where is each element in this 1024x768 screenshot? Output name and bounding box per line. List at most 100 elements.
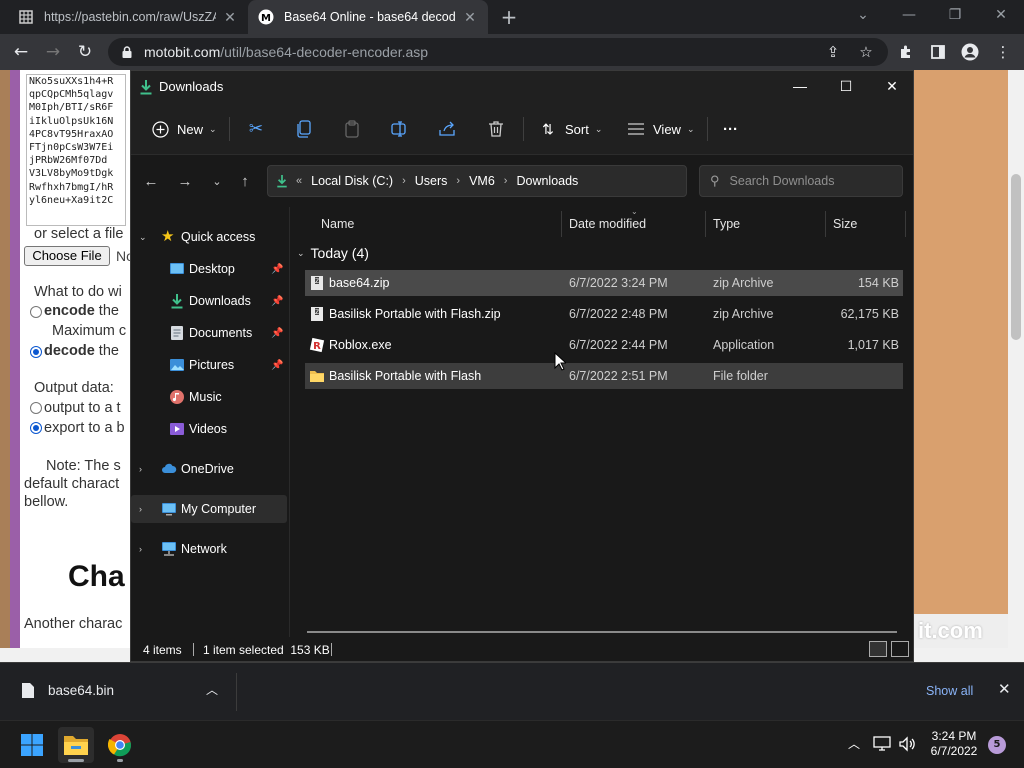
explorer-address-row: ← → ⌄ ↑ « Local Disk (C:) › Users › VM6 …: [131, 155, 913, 207]
rename-button[interactable]: [391, 117, 409, 141]
base64-textarea[interactable]: NKo5suXXs1h4+R qpCQpCMh5qlagv M0Iph/BTI/…: [26, 74, 126, 226]
view-button[interactable]: View ⌄: [627, 117, 695, 141]
profile-icon[interactable]: [957, 39, 983, 65]
output-text-radio[interactable]: [30, 402, 42, 414]
tab-close-icon[interactable]: ✕: [462, 9, 478, 26]
cut-button[interactable]: ✂: [247, 117, 265, 141]
column-header-type[interactable]: Type: [713, 217, 740, 231]
choose-file-button[interactable]: Choose File: [24, 246, 110, 266]
minimize-icon[interactable]: —: [886, 0, 932, 34]
explorer-close-icon[interactable]: ✕: [869, 71, 915, 103]
details-view-icon[interactable]: [869, 641, 887, 657]
close-shelf-icon[interactable]: ✕: [998, 680, 1011, 698]
view-list-icon: [627, 120, 645, 138]
nav-onedrive[interactable]: › OneDrive: [131, 455, 287, 483]
column-header-name[interactable]: Name: [321, 217, 354, 231]
restore-icon[interactable]: ❐: [932, 0, 978, 34]
chrome-menu-icon[interactable]: ⋮: [990, 39, 1016, 65]
file-row-base64-zip[interactable]: Z base64.zip 6/7/2022 3:24 PM zip Archiv…: [305, 270, 903, 296]
start-button[interactable]: [14, 727, 50, 763]
file-row-roblox-exe[interactable]: R Roblox.exe 6/7/2022 2:44 PM Applicatio…: [305, 332, 903, 358]
up-icon[interactable]: ↑: [233, 171, 257, 193]
column-header-date[interactable]: Date modified: [569, 217, 646, 231]
decode-radio[interactable]: [30, 346, 42, 358]
download-item[interactable]: base64.bin: [22, 683, 114, 698]
delete-button[interactable]: [487, 117, 505, 141]
url-host: motobit.com: [144, 44, 221, 60]
bookmark-star-icon[interactable]: ☆: [853, 39, 879, 65]
breadcrumb-downloads[interactable]: Downloads: [516, 174, 578, 188]
column-divider[interactable]: [705, 211, 706, 237]
breadcrumb-overflow-icon[interactable]: «: [296, 175, 302, 187]
export-binary-radio[interactable]: [30, 422, 42, 434]
explorer-minimize-icon[interactable]: —: [777, 71, 823, 103]
file-row-basilisk-folder[interactable]: Basilisk Portable with Flash 6/7/2022 2:…: [305, 363, 903, 389]
nav-quick-access[interactable]: ⌄ ★ Quick access: [131, 223, 287, 251]
more-options-icon[interactable]: ···: [723, 117, 738, 141]
forward-icon[interactable]: →: [173, 171, 197, 193]
column-divider[interactable]: [561, 211, 562, 237]
breadcrumb-vm6[interactable]: VM6: [469, 174, 495, 188]
tab-close-icon[interactable]: ✕: [222, 9, 238, 26]
back-icon[interactable]: ←: [8, 39, 34, 65]
nav-documents[interactable]: Documents 📌: [131, 319, 287, 347]
nav-my-computer[interactable]: › My Computer: [131, 495, 287, 523]
close-window-icon[interactable]: ✕: [978, 0, 1024, 34]
notification-badge[interactable]: 5: [988, 736, 1006, 754]
tiles-view-icon[interactable]: [891, 641, 909, 657]
back-icon[interactable]: ←: [139, 171, 163, 193]
explorer-breadcrumb[interactable]: « Local Disk (C:) › Users › VM6 › Downlo…: [267, 165, 811, 197]
breadcrumb-users[interactable]: Users: [415, 174, 448, 188]
column-divider[interactable]: [905, 211, 906, 237]
recent-locations-chevron-icon[interactable]: ⌄: [205, 171, 229, 193]
horizontal-scrollbar[interactable]: [307, 631, 897, 633]
volume-icon[interactable]: [898, 736, 916, 754]
chevron-up-icon[interactable]: ︿: [206, 681, 218, 698]
group-header-today[interactable]: ⌄ Today (4): [297, 245, 369, 261]
pane-splitter[interactable]: [289, 207, 290, 637]
file-explorer-taskbar-button[interactable]: [58, 727, 94, 763]
side-panel-icon[interactable]: [925, 39, 951, 65]
taskbar-clock[interactable]: 3:24 PM 6/7/2022: [924, 729, 984, 759]
file-row-basilisk-zip[interactable]: Z Basilisk Portable with Flash.zip 6/7/2…: [305, 301, 903, 327]
tray-overflow-chevron-icon[interactable]: ︿: [848, 735, 860, 752]
column-divider[interactable]: [825, 211, 826, 237]
tab-pastebin[interactable]: https://pastebin.com/raw/UszZA ✕: [8, 0, 248, 34]
forward-icon[interactable]: →: [40, 39, 66, 65]
share-button[interactable]: [439, 117, 457, 141]
encode-label-row: encode the: [44, 303, 119, 319]
copy-button[interactable]: [295, 117, 313, 141]
tab-search-chevron-icon[interactable]: ⌄: [840, 0, 886, 34]
page-scroll-thumb[interactable]: [1011, 174, 1021, 340]
paste-button[interactable]: [343, 117, 361, 141]
network-tray-icon[interactable]: [873, 736, 891, 754]
explorer-maximize-icon[interactable]: ☐: [823, 71, 869, 103]
nav-desktop[interactable]: Desktop 📌: [131, 255, 287, 283]
sort-button[interactable]: ⇅ Sort ⌄: [539, 117, 602, 141]
star-icon: ★: [161, 228, 175, 245]
new-tab-icon[interactable]: +: [498, 6, 520, 28]
nav-music[interactable]: Music: [131, 383, 287, 411]
column-header-size[interactable]: Size: [833, 217, 857, 231]
maximum-text: Maximum c: [52, 323, 127, 339]
extensions-icon[interactable]: [893, 39, 919, 65]
nav-pictures[interactable]: Pictures 📌: [131, 351, 287, 379]
share-icon[interactable]: ⇪: [820, 39, 846, 65]
explorer-titlebar[interactable]: Downloads — ☐ ✕: [131, 71, 913, 103]
page-vertical-scrollbar[interactable]: [1008, 70, 1024, 662]
reload-icon[interactable]: ↻: [72, 39, 98, 65]
nav-videos[interactable]: Videos: [131, 415, 287, 443]
nav-network[interactable]: › Network: [131, 535, 287, 563]
nav-label: Desktop: [189, 262, 235, 276]
breadcrumb-local-disk[interactable]: Local Disk (C:): [311, 174, 393, 188]
tab-title: Base64 Online - base64 decode a: [284, 10, 456, 24]
file-type: zip Archive: [713, 307, 774, 321]
tab-base64-online[interactable]: M Base64 Online - base64 decode a ✕: [248, 0, 488, 34]
search-input[interactable]: ⚲ Search Downloads: [699, 165, 903, 197]
show-all-link[interactable]: Show all: [926, 684, 973, 698]
new-button[interactable]: New ⌄: [151, 117, 217, 141]
address-bar[interactable]: motobit.com/util/base64-decoder-encoder.…: [108, 38, 888, 66]
chrome-taskbar-button[interactable]: [102, 727, 138, 763]
nav-downloads[interactable]: Downloads 📌: [131, 287, 287, 315]
encode-radio[interactable]: [30, 306, 42, 318]
